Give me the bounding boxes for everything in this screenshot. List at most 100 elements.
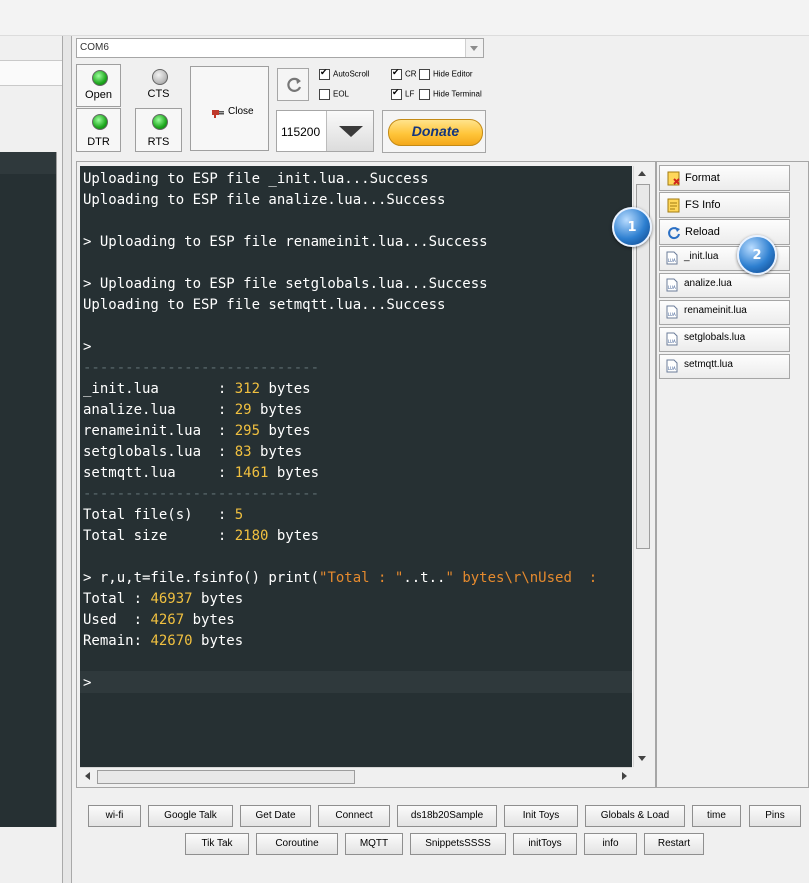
- terminal-line: Uploading to ESP file analize.lua...Succ…: [83, 192, 446, 208]
- info-icon: [667, 198, 680, 213]
- file-button-analize[interactable]: LUA analize.lua: [659, 273, 790, 298]
- snippet-button[interactable]: MQTT: [345, 833, 403, 855]
- file-name: renameinit.lua: [684, 305, 747, 316]
- svg-text:LUA: LUA: [668, 285, 676, 290]
- file-name: analize.lua :: [83, 402, 235, 418]
- snippet-button[interactable]: Pins: [749, 805, 801, 827]
- dtr-led-icon: [91, 114, 108, 130]
- editor-pane: [0, 36, 62, 883]
- reload-label: Reload: [685, 226, 720, 238]
- file-button-setglobals[interactable]: LUA setglobals.lua: [659, 327, 790, 352]
- fsinfo-unit: bytes: [192, 591, 244, 607]
- snippet-button[interactable]: Google Talk: [148, 805, 233, 827]
- terminal-prompt: >: [83, 339, 92, 355]
- file-row: renameinit.lua : 295 bytes: [83, 421, 311, 442]
- scrollbar-thumb[interactable]: [97, 770, 355, 784]
- editor-area[interactable]: [0, 152, 57, 827]
- open-led-icon: [91, 70, 108, 86]
- donate-button[interactable]: Donate: [388, 119, 483, 146]
- snippet-button[interactable]: ds18b20Sample: [397, 805, 497, 827]
- chevron-down-icon[interactable]: [326, 111, 373, 151]
- total-size-value: 2180: [234, 528, 269, 544]
- cts-indicator: CTS: [135, 64, 182, 107]
- file-name: setglobals.lua: [684, 332, 746, 343]
- baud-rate-select[interactable]: 115200: [276, 110, 374, 152]
- scroll-up-icon[interactable]: [634, 166, 650, 182]
- file-size: 29: [234, 402, 252, 418]
- open-label: Open: [85, 89, 112, 101]
- snippet-button[interactable]: Init Toys: [504, 805, 578, 827]
- hide-terminal-checkbox[interactable]: Hide Terminal: [419, 89, 482, 100]
- autoscroll-checkbox[interactable]: AutoScroll: [319, 67, 370, 80]
- cr-checkbox[interactable]: CR: [391, 67, 417, 80]
- total-files-row: Total file(s) : 5: [83, 505, 243, 526]
- terminal-output[interactable]: Uploading to ESP file _init.lua...Succes…: [80, 166, 632, 767]
- file-unit: bytes: [268, 465, 320, 481]
- terminal-prompt: >: [83, 675, 92, 691]
- hide-terminal-label: Hide Terminal: [433, 89, 482, 99]
- snippet-button[interactable]: Coroutine: [256, 833, 338, 855]
- lf-checkbox[interactable]: LF: [391, 87, 414, 100]
- hide-editor-checkbox[interactable]: Hide Editor: [419, 69, 473, 80]
- terminal-line: Uploading to ESP file _init.lua...Succes…: [83, 171, 429, 187]
- total-files-value: 5: [234, 507, 244, 523]
- cr-check: [391, 67, 402, 80]
- svg-text:LUA: LUA: [668, 339, 676, 344]
- editor-tab-row: [0, 60, 62, 86]
- file-button-setmqtt[interactable]: LUA setmqtt.lua: [659, 354, 790, 379]
- donate-button-frame: Donate: [382, 110, 486, 153]
- refresh-ports-button[interactable]: [277, 68, 309, 101]
- terminal-line: Uploading to ESP file setmqtt.lua...Succ…: [83, 297, 446, 313]
- snippet-button[interactable]: Connect: [318, 805, 390, 827]
- file-button-renameinit[interactable]: LUA renameinit.lua: [659, 300, 790, 325]
- eol-checkbox[interactable]: EOL: [319, 89, 349, 100]
- close-port-button[interactable]: Close: [190, 66, 269, 151]
- command-code: > r,u,t=file.fsinfo() print(: [83, 570, 320, 586]
- scroll-left-icon[interactable]: [80, 768, 96, 784]
- splitter[interactable]: [62, 36, 72, 883]
- open-button[interactable]: Open: [76, 64, 121, 107]
- format-button[interactable]: Format: [659, 165, 790, 191]
- snippet-button[interactable]: Globals & Load: [585, 805, 685, 827]
- scroll-right-icon[interactable]: [616, 768, 632, 784]
- total-size-unit: bytes: [268, 528, 320, 544]
- file-unit: bytes: [251, 402, 303, 418]
- rts-button[interactable]: RTS: [135, 108, 182, 152]
- snippet-button[interactable]: time: [692, 805, 741, 827]
- terminal-separator: ----------------------------: [83, 358, 319, 379]
- file-size: 295: [234, 423, 261, 439]
- lua-file-icon: LUA: [666, 359, 678, 373]
- file-size: 1461: [234, 465, 269, 481]
- scroll-down-icon[interactable]: [634, 751, 650, 767]
- format-icon: [667, 171, 680, 186]
- snippet-button[interactable]: SnippetsSSSS: [410, 833, 506, 855]
- plug-icon: [212, 110, 224, 118]
- svg-text:LUA: LUA: [668, 258, 676, 263]
- snippet-button[interactable]: Tik Tak: [185, 833, 249, 855]
- snippet-button[interactable]: Restart: [644, 833, 704, 855]
- file-row: analize.lua : 29 bytes: [83, 400, 302, 421]
- terminal-horizontal-scrollbar[interactable]: [80, 767, 632, 784]
- dtr-label: DTR: [87, 136, 110, 148]
- terminal-vertical-scrollbar[interactable]: [633, 166, 650, 767]
- lf-check: [391, 87, 402, 100]
- svg-text:LUA: LUA: [668, 366, 676, 371]
- autoscroll-label: AutoScroll: [333, 69, 370, 79]
- chevron-down-icon[interactable]: [465, 39, 483, 57]
- fsinfo-remain-row: Remain: 42670 bytes: [83, 631, 243, 652]
- snippet-button[interactable]: info: [584, 833, 637, 855]
- hide-terminal-check: [419, 89, 430, 100]
- snippet-button[interactable]: wi-fi: [88, 805, 141, 827]
- port-select[interactable]: COM6: [76, 38, 484, 58]
- command-string: " bytes\r\nUsed :: [445, 570, 598, 586]
- file-name: _init.lua: [684, 251, 719, 262]
- fsinfo-unit: bytes: [192, 633, 244, 649]
- fs-info-button[interactable]: FS Info: [659, 192, 790, 218]
- refresh-icon: [287, 77, 302, 92]
- file-name: setmqtt.lua: [684, 359, 733, 370]
- svg-text:LUA: LUA: [668, 312, 676, 317]
- snippet-button[interactable]: Get Date: [240, 805, 311, 827]
- fsinfo-total-row: Total : 46937 bytes: [83, 589, 243, 610]
- dtr-button[interactable]: DTR: [76, 108, 121, 152]
- snippet-button[interactable]: initToys: [513, 833, 577, 855]
